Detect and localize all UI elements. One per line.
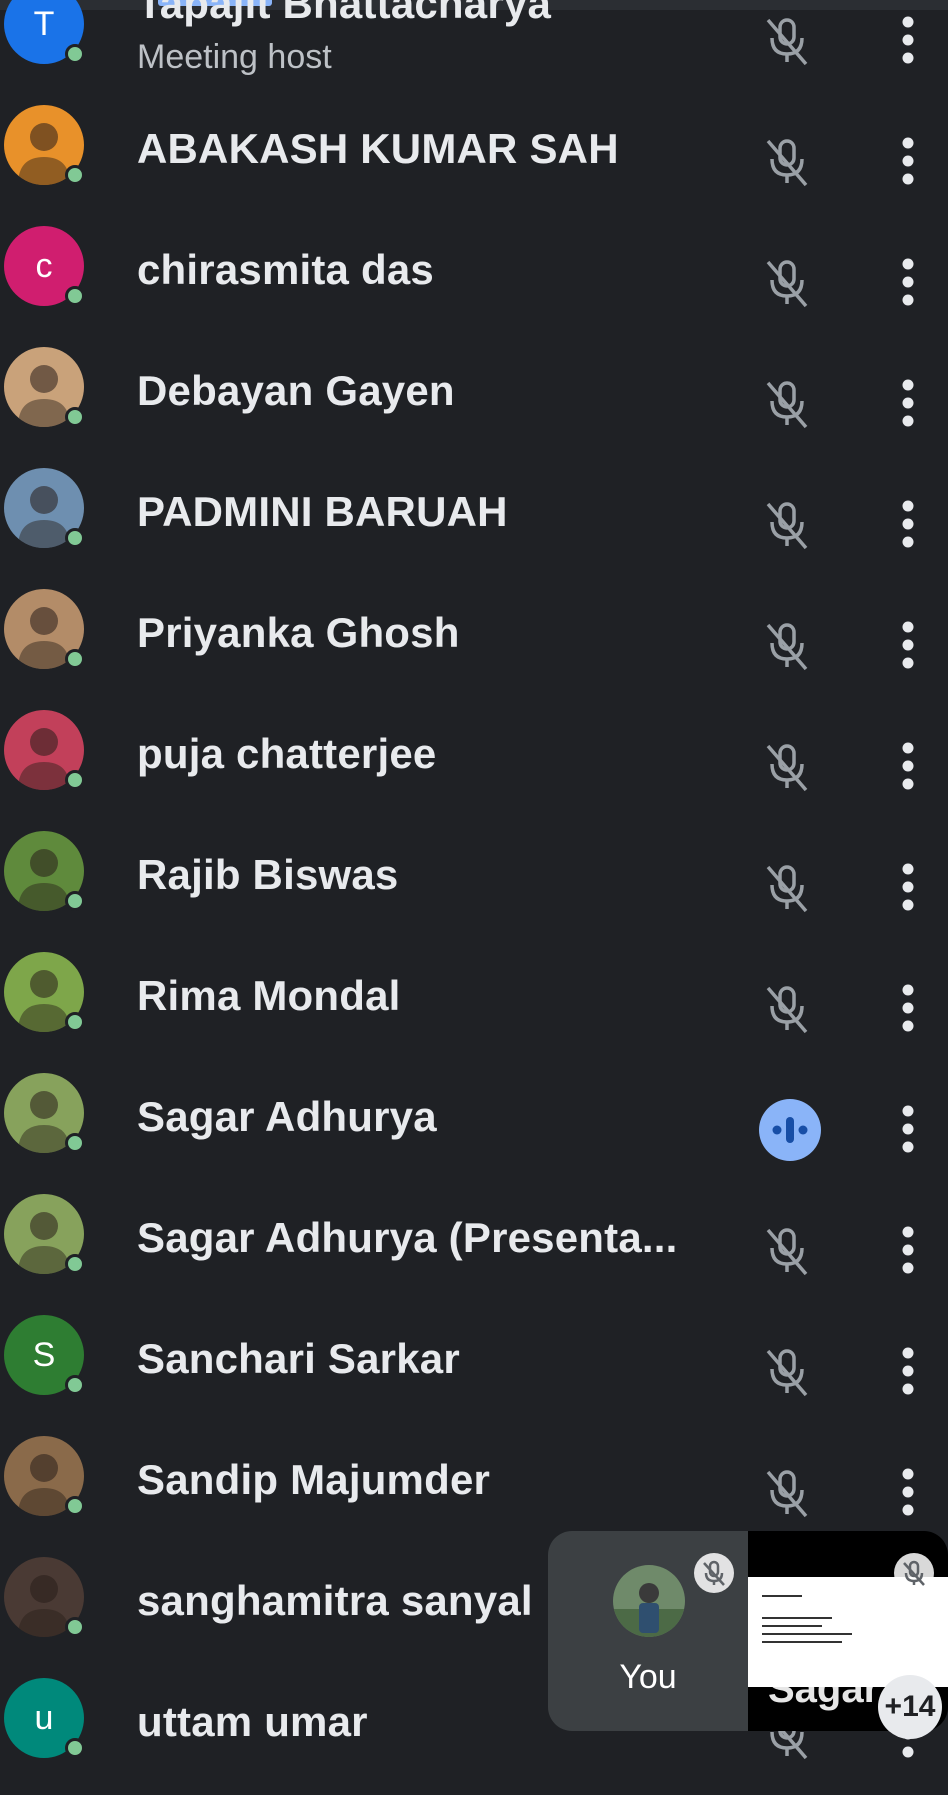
participant-name: chirasmita das — [137, 246, 434, 293]
more-options-icon[interactable] — [896, 857, 920, 917]
online-status-dot — [65, 770, 85, 790]
more-options-icon[interactable] — [896, 252, 920, 312]
self-muted-mic-icon — [694, 1553, 734, 1593]
online-status-dot — [65, 44, 85, 64]
muted-mic-icon[interactable] — [762, 135, 812, 189]
presenter-muted-mic-icon — [894, 1553, 934, 1593]
participant-row[interactable]: puja chatterjee — [0, 706, 948, 827]
muted-mic-icon[interactable] — [762, 14, 812, 68]
participant-name: sanghamitra sanyal — [137, 1577, 533, 1624]
participant-name: ABAKASH KUMAR SAH — [137, 125, 619, 172]
participant-row[interactable]: Rima Mondal — [0, 948, 948, 1069]
muted-mic-icon[interactable] — [762, 619, 812, 673]
online-status-dot — [65, 891, 85, 911]
self-label: You — [619, 1658, 677, 1696]
avatar-initial: c — [35, 246, 53, 285]
muted-mic-icon[interactable] — [762, 377, 812, 431]
online-status-dot — [65, 165, 85, 185]
online-status-dot — [65, 1738, 85, 1758]
online-status-dot — [65, 1012, 85, 1032]
participant-name: Rajib Biswas — [137, 851, 399, 898]
more-options-icon[interactable] — [896, 1341, 920, 1401]
participant-name: Priyanka Ghosh — [137, 609, 460, 656]
online-status-dot — [65, 649, 85, 669]
participant-row[interactable]: Sagar Adhurya — [0, 1069, 948, 1190]
more-options-icon[interactable] — [896, 10, 920, 70]
participant-role: Meeting host — [137, 38, 332, 76]
picture-in-picture-panel[interactable]: You Sagar +14 — [548, 1531, 948, 1739]
more-options-icon[interactable] — [896, 373, 920, 433]
online-status-dot — [65, 1496, 85, 1516]
avatar-initial: T — [33, 4, 55, 43]
participant-row[interactable]: Debayan Gayen — [0, 343, 948, 464]
muted-mic-icon[interactable] — [762, 1345, 812, 1399]
participant-name: Tapajit Bhattacharya — [137, 0, 552, 27]
muted-mic-icon[interactable] — [762, 498, 812, 552]
participant-row[interactable]: Sagar Adhurya (Presenta... — [0, 1190, 948, 1311]
more-options-icon[interactable] — [896, 615, 920, 675]
participant-name: puja chatterjee — [137, 730, 437, 777]
more-participants-badge[interactable]: +14 — [878, 1675, 942, 1739]
muted-mic-icon[interactable] — [762, 1466, 812, 1520]
more-options-icon[interactable] — [896, 494, 920, 554]
avatar-initial: S — [32, 1335, 56, 1374]
more-options-icon[interactable] — [896, 1462, 920, 1522]
participant-name: PADMINI BARUAH — [137, 488, 508, 535]
online-status-dot — [65, 1133, 85, 1153]
participant-name: Debayan Gayen — [137, 367, 455, 414]
online-status-dot — [65, 286, 85, 306]
more-options-icon[interactable] — [896, 1220, 920, 1280]
online-status-dot — [65, 1254, 85, 1274]
more-options-icon[interactable] — [896, 131, 920, 191]
muted-mic-icon[interactable] — [762, 982, 812, 1036]
self-view-tile[interactable]: You — [548, 1531, 748, 1731]
online-status-dot — [65, 407, 85, 427]
participant-row[interactable]: ABAKASH KUMAR SAH — [0, 101, 948, 222]
participant-row[interactable]: T Tapajit Bhattacharya Meeting host — [0, 0, 948, 101]
participant-name: uttam umar — [137, 1698, 368, 1745]
participant-row[interactable]: Priyanka Ghosh — [0, 585, 948, 706]
participant-name: Sandip Majumder — [137, 1456, 491, 1503]
participant-name: Sagar Adhurya (Presenta... — [137, 1214, 678, 1261]
avatar-initial: u — [34, 1698, 54, 1737]
online-status-dot — [65, 1617, 85, 1637]
participant-row[interactable]: Rajib Biswas — [0, 827, 948, 948]
online-status-dot — [65, 1375, 85, 1395]
online-status-dot — [65, 528, 85, 548]
participant-row[interactable]: PADMINI BARUAH — [0, 464, 948, 585]
muted-mic-icon[interactable] — [762, 1224, 812, 1278]
more-options-icon[interactable] — [896, 736, 920, 796]
participant-name: Rima Mondal — [137, 972, 401, 1019]
participant-name: Sanchari Sarkar — [137, 1335, 460, 1382]
self-avatar — [613, 1565, 685, 1637]
participant-row[interactable]: S Sanchari Sarkar — [0, 1311, 948, 1432]
more-options-icon[interactable] — [896, 978, 920, 1038]
muted-mic-icon[interactable] — [762, 740, 812, 794]
participant-row[interactable]: c chirasmita das — [0, 222, 948, 343]
muted-mic-icon[interactable] — [762, 256, 812, 310]
presenter-label: Sagar — [768, 1667, 880, 1711]
speaking-indicator-icon — [759, 1099, 821, 1161]
participant-name: Sagar Adhurya — [137, 1093, 437, 1140]
more-options-icon[interactable] — [896, 1099, 920, 1159]
muted-mic-icon[interactable] — [762, 861, 812, 915]
